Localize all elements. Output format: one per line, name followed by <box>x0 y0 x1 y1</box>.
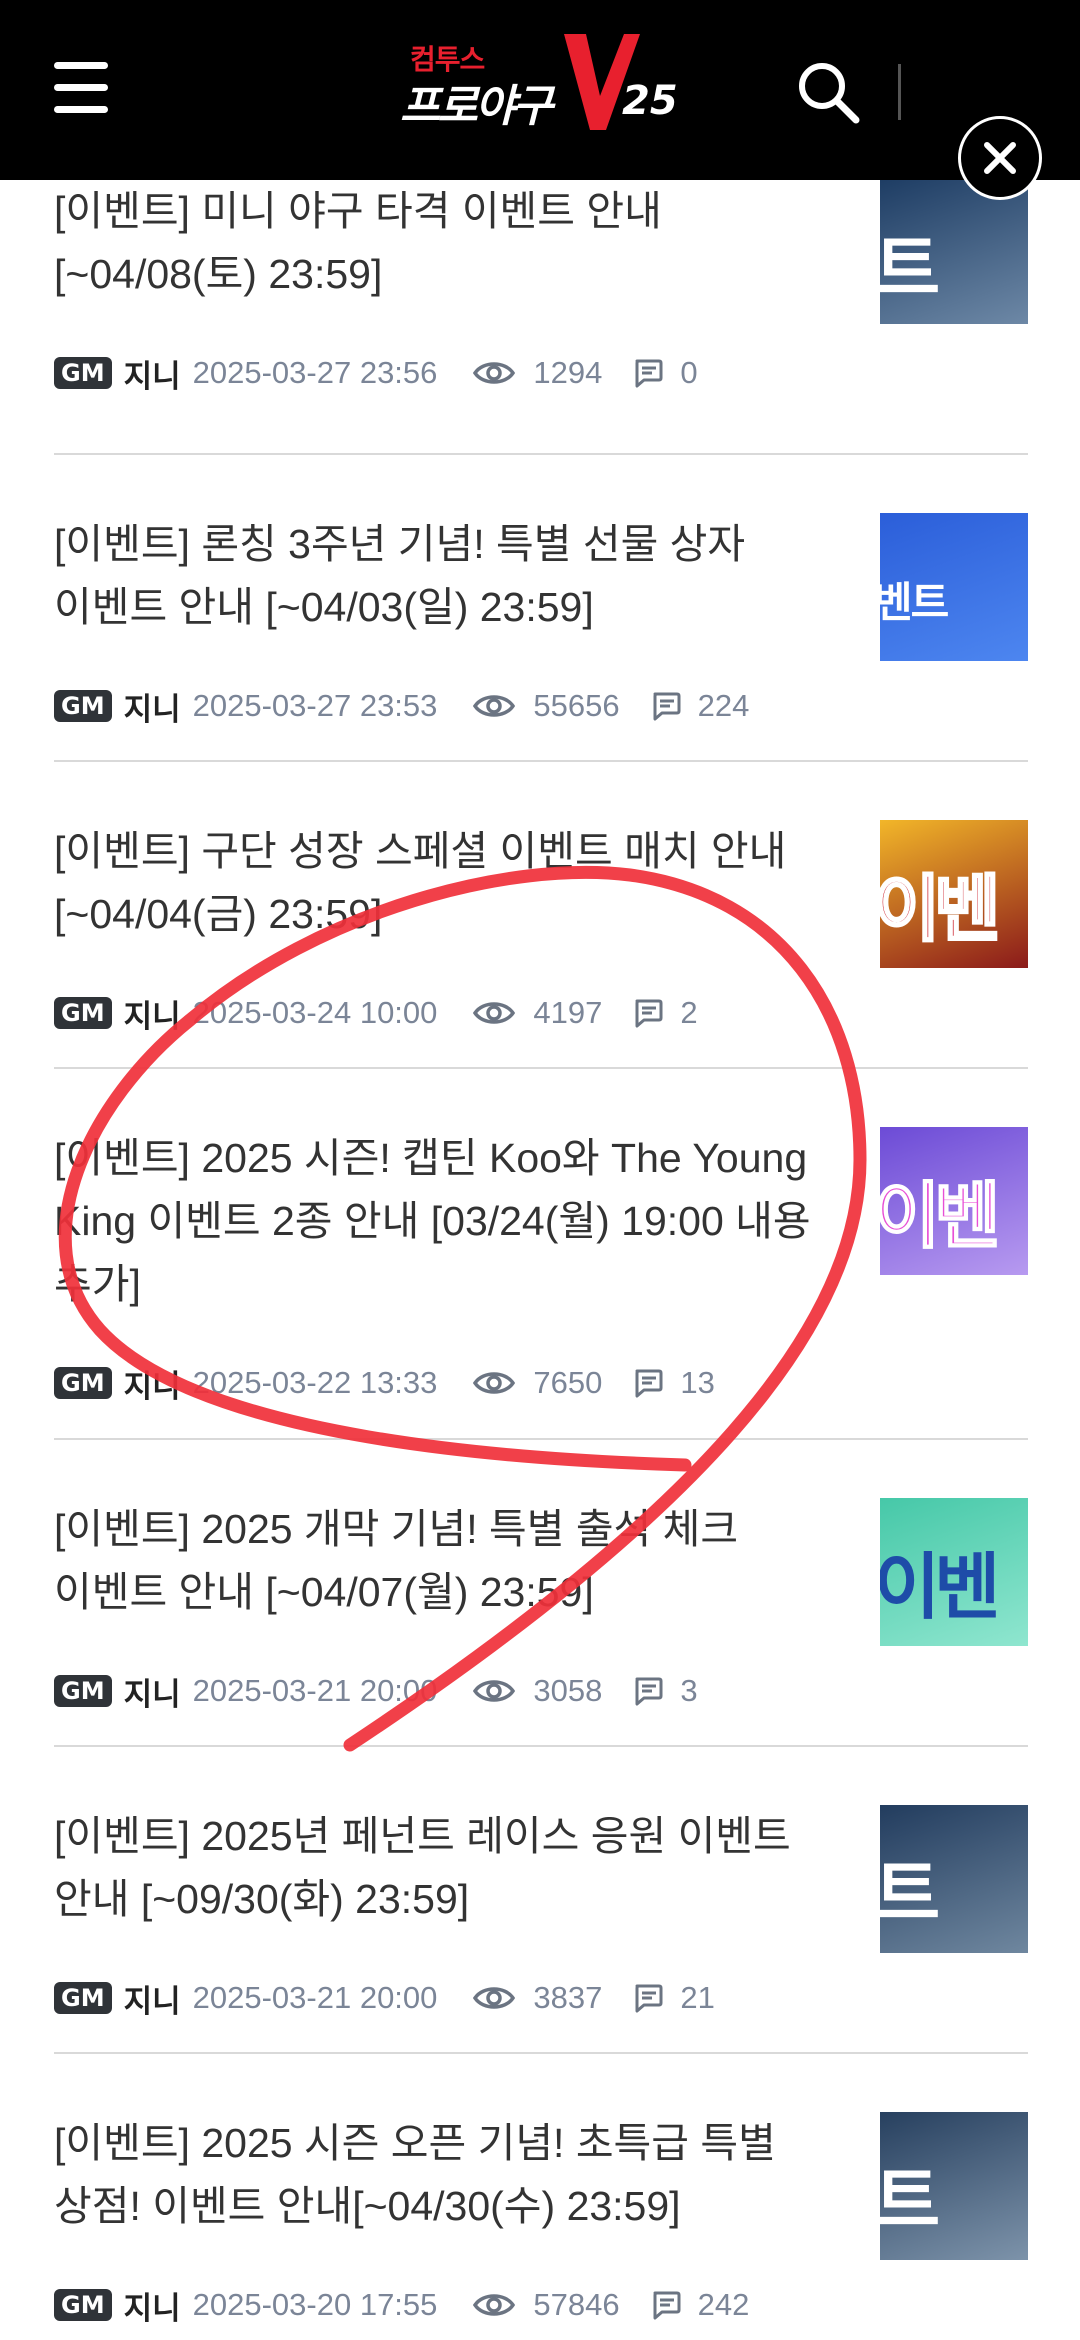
post-title[interactable]: [이벤트] 2025 시즌! 캡틴 Koo와 The Young King 이벤… <box>54 1127 854 1316</box>
header-divider <box>898 64 901 120</box>
comment-count: 2 <box>680 995 698 1030</box>
comment-icon <box>635 1677 663 1706</box>
post-divider <box>54 1067 1028 1069</box>
views-icon <box>473 1680 516 1702</box>
logo-number: 25 <box>622 78 678 124</box>
post-thumbnail[interactable]: 트 <box>880 1805 1028 1953</box>
post-meta: GM 지니 2025-03-27 23:53 55656 224 <box>54 686 750 728</box>
gm-badge: GM <box>54 1675 112 1707</box>
search-button[interactable] <box>796 60 860 124</box>
author-name: 지니 <box>123 1368 181 1405</box>
post-meta: GM 지니 2025-03-21 20:00 3837 21 <box>54 1978 715 2020</box>
post-divider <box>54 1438 1028 1440</box>
author-name: 지니 <box>123 2290 181 2327</box>
post-thumbnail[interactable]: 이벤트 <box>880 1127 1028 1275</box>
author-name: 지니 <box>123 691 181 728</box>
author-name: 지니 <box>123 358 181 395</box>
post-date: 2025-03-24 10:00 <box>192 995 438 1030</box>
post-title[interactable]: [이벤트] 2025 시즌 오픈 기념! 초특급 특별 상점! 이벤트 안내[~… <box>54 2112 854 2238</box>
search-icon <box>799 63 860 124</box>
views-icon <box>473 362 516 384</box>
post-date: 2025-03-22 13:33 <box>192 1365 438 1400</box>
comment-icon <box>653 692 681 721</box>
author-name: 지니 <box>123 998 181 1035</box>
post-thumbnail[interactable]: 이벤트 <box>880 820 1028 968</box>
view-count: 3837 <box>533 1980 603 2015</box>
post-title[interactable]: [이벤트] 2025년 페넌트 레이스 응원 이벤트 안내 [~09/30(화)… <box>54 1805 854 1931</box>
post-divider <box>54 453 1028 455</box>
comment-count: 0 <box>680 355 698 390</box>
post-date: 2025-03-21 20:00 <box>192 1980 438 2015</box>
post-thumbnail[interactable]: 트 <box>880 2112 1028 2260</box>
post-meta: GM 지니 2025-03-22 13:33 7650 13 <box>54 1363 715 1405</box>
post-divider <box>54 760 1028 762</box>
thumbnail-text: 트 <box>880 1852 940 1936</box>
post-thumbnail[interactable]: 이벤트 <box>880 1498 1028 1646</box>
view-count: 1294 <box>533 355 603 390</box>
gm-badge: GM <box>54 1982 112 2014</box>
close-icon <box>984 142 1016 174</box>
app-logo[interactable]: 컴투스 프로야구 25 <box>400 34 690 138</box>
view-count: 3058 <box>533 1673 603 1708</box>
post-date: 2025-03-21 20:00 <box>192 1673 438 1708</box>
thumbnail-text: 이벤트 <box>880 1173 1001 1259</box>
views-icon <box>473 1002 516 1024</box>
author-name: 지니 <box>123 1676 181 1713</box>
post-thumbnail[interactable]: 트 <box>880 180 1028 324</box>
post-divider <box>54 2052 1028 2054</box>
comment-count: 242 <box>697 2287 750 2322</box>
gm-badge: GM <box>54 1367 112 1399</box>
post-meta: GM 지니 2025-03-24 10:00 4197 2 <box>54 993 698 1035</box>
thumbnail-text: 벤트 <box>880 578 949 627</box>
views-icon <box>473 1372 516 1394</box>
views-icon <box>473 2294 516 2316</box>
post-meta: GM 지니 2025-03-27 23:56 1294 0 <box>54 353 698 395</box>
logo-title: 프로야구 <box>400 81 553 132</box>
thumbnail-text: 트 <box>880 227 940 311</box>
post-thumbnail[interactable]: 벤트 <box>880 513 1028 661</box>
menu-icon[interactable] <box>54 62 108 113</box>
post-date: 2025-03-27 23:56 <box>192 355 438 390</box>
app-header: 컴투스 프로야구 25 <box>0 0 1080 180</box>
close-button[interactable] <box>958 116 1042 200</box>
comment-icon <box>635 1984 663 2013</box>
post-date: 2025-03-27 23:53 <box>192 688 438 723</box>
post-title[interactable]: [이벤트] 론칭 3주년 기념! 특별 선물 상자 이벤트 안내 [~04/03… <box>54 513 854 639</box>
gm-badge: GM <box>54 997 112 1029</box>
gm-badge: GM <box>54 2289 112 2321</box>
comment-icon <box>635 999 663 1028</box>
comment-icon <box>653 2291 681 2320</box>
view-count: 57846 <box>533 2287 620 2322</box>
comment-icon <box>635 1369 663 1398</box>
post-date: 2025-03-20 17:55 <box>192 2287 438 2322</box>
views-icon <box>473 1987 516 2009</box>
post-title[interactable]: [이벤트] 구단 성장 스페셜 이벤트 매치 안내[~04/04(금) 23:5… <box>54 820 854 946</box>
thumbnail-text: 이벤트 <box>880 866 1002 953</box>
post-divider <box>54 1745 1028 1747</box>
thumbnail-text: 트 <box>880 2159 940 2243</box>
comment-count: 3 <box>680 1673 698 1708</box>
author-name: 지니 <box>123 1983 181 2020</box>
gm-badge: GM <box>54 357 112 389</box>
comment-icon <box>635 359 663 388</box>
gm-badge: GM <box>54 690 112 722</box>
comment-count: 21 <box>680 1980 715 2015</box>
comment-count: 224 <box>697 688 750 723</box>
views-icon <box>473 695 516 717</box>
comment-count: 13 <box>680 1365 715 1400</box>
post-title[interactable]: [이벤트] 2025 개막 기념! 특별 출석 체크 이벤트 안내 [~04/0… <box>54 1498 854 1624</box>
post-title[interactable]: [이벤트] 미니 야구 타격 이벤트 안내 [~04/08(토) 23:59] <box>54 180 854 306</box>
post-meta: GM 지니 2025-03-21 20:00 3058 3 <box>54 1671 698 1713</box>
view-count: 7650 <box>533 1365 603 1400</box>
thumbnail-text: 이벤트 <box>880 1545 1000 1629</box>
view-count: 4197 <box>533 995 603 1030</box>
post-meta: GM 지니 2025-03-20 17:55 57846 242 <box>54 2285 750 2327</box>
view-count: 55656 <box>533 688 620 723</box>
